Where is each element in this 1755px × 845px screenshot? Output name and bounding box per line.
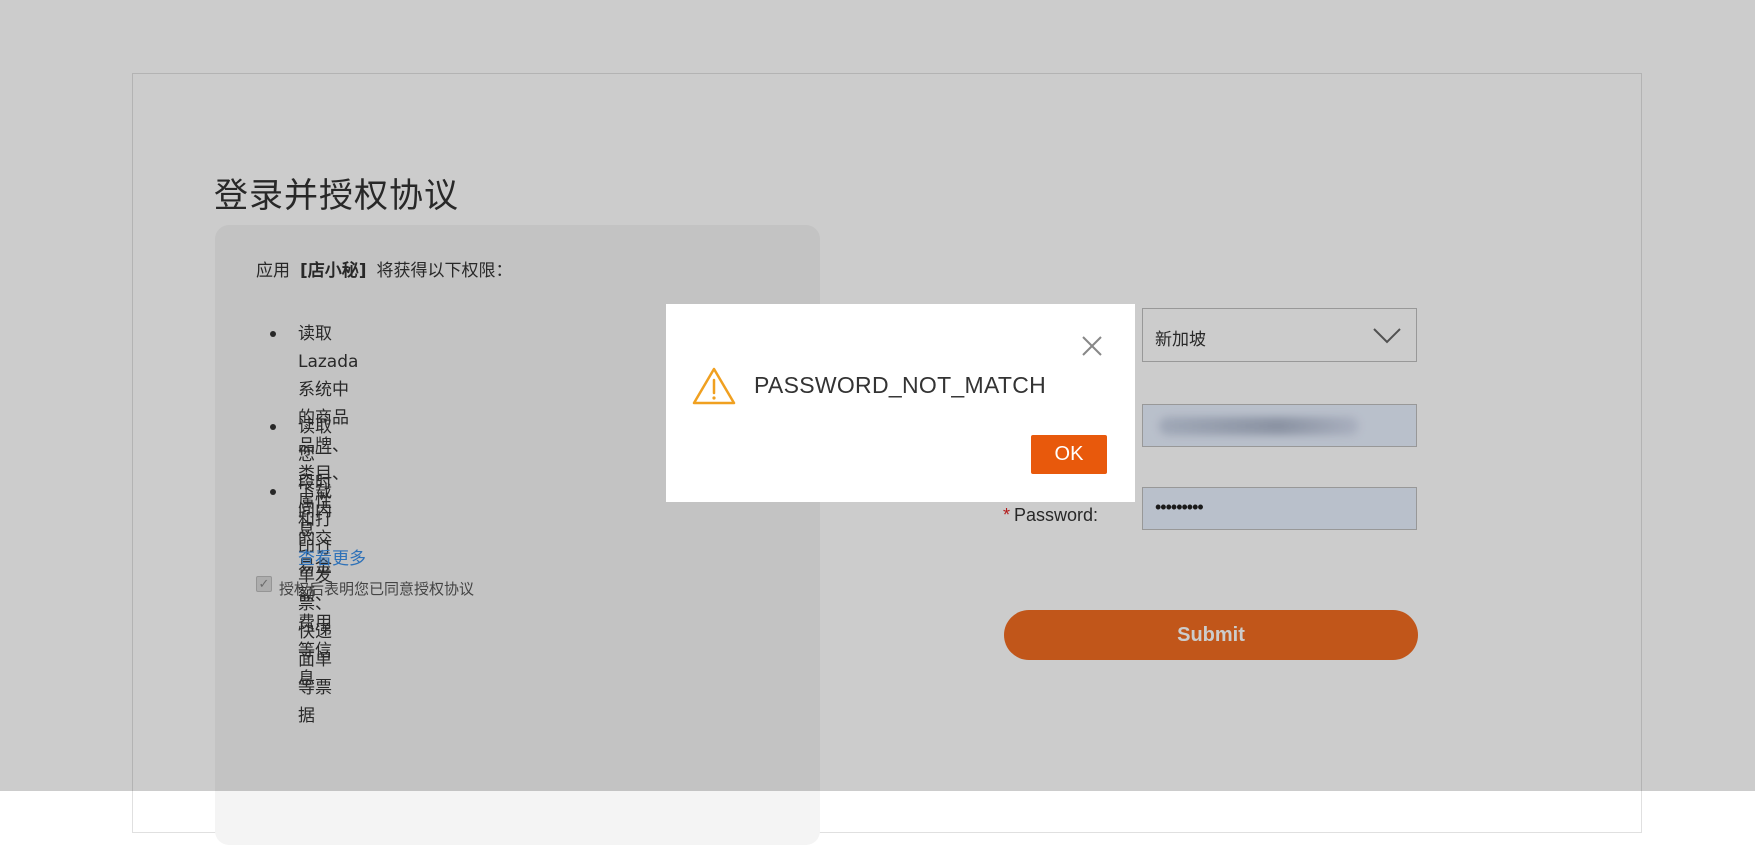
error-dialog: PASSWORD_NOT_MATCH OK [666, 304, 1135, 502]
close-icon[interactable] [1078, 332, 1106, 360]
warning-icon [692, 367, 736, 405]
ok-button[interactable]: OK [1031, 435, 1107, 474]
error-message: PASSWORD_NOT_MATCH [754, 372, 1047, 398]
